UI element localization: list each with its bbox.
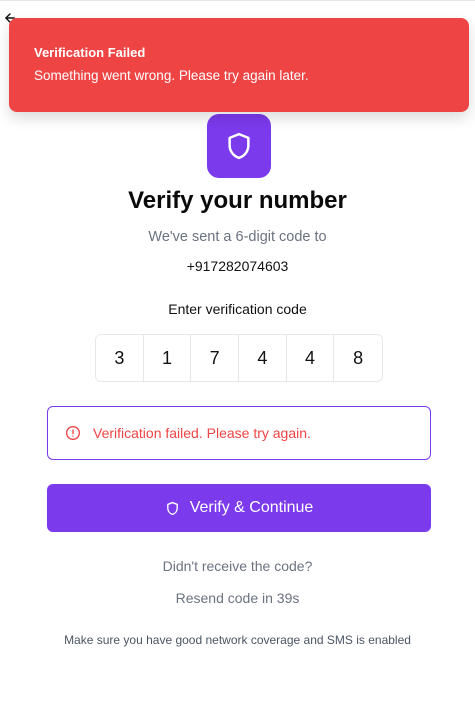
page-title: Verify your number — [128, 187, 347, 214]
resend-countdown: Resend code in 39s — [175, 590, 300, 606]
toast-message: Something went wrong. Please try again l… — [34, 68, 309, 83]
verify-page: Verify your number We've sent a 6-digit … — [0, 0, 475, 725]
code-digit-6[interactable]: 8 — [334, 335, 382, 381]
error-alert: Verification failed. Please try again. — [47, 406, 431, 460]
shield-icon — [165, 500, 181, 516]
code-digit-1[interactable]: 3 — [96, 335, 144, 381]
code-digit-5[interactable]: 4 — [286, 335, 335, 381]
code-digit-3[interactable]: 7 — [191, 335, 240, 381]
network-note: Make sure you have good network coverage… — [64, 633, 411, 647]
verification-code-input: 3 1 7 4 4 8 — [95, 334, 383, 382]
error-toast: Verification Failed Something went wrong… — [9, 18, 469, 112]
code-input-label: Enter verification code — [168, 301, 307, 317]
verify-continue-label: Verify & Continue — [189, 499, 314, 516]
resend-prompt: Didn't receive the code? — [162, 558, 313, 574]
shield-badge — [207, 114, 271, 178]
code-sent-text: We've sent a 6-digit code to — [148, 229, 327, 245]
code-digit-4[interactable]: 4 — [239, 335, 287, 381]
verify-continue-button[interactable]: Verify & Continue — [47, 484, 431, 532]
shield-icon — [228, 132, 250, 160]
code-digit-2[interactable]: 1 — [143, 335, 192, 381]
alert-circle-icon — [65, 425, 81, 441]
toast-title: Verification Failed — [34, 45, 146, 60]
phone-number: +917282074603 — [186, 258, 289, 274]
error-alert-message: Verification failed. Please try again. — [93, 425, 311, 441]
top-divider — [0, 0, 475, 2]
